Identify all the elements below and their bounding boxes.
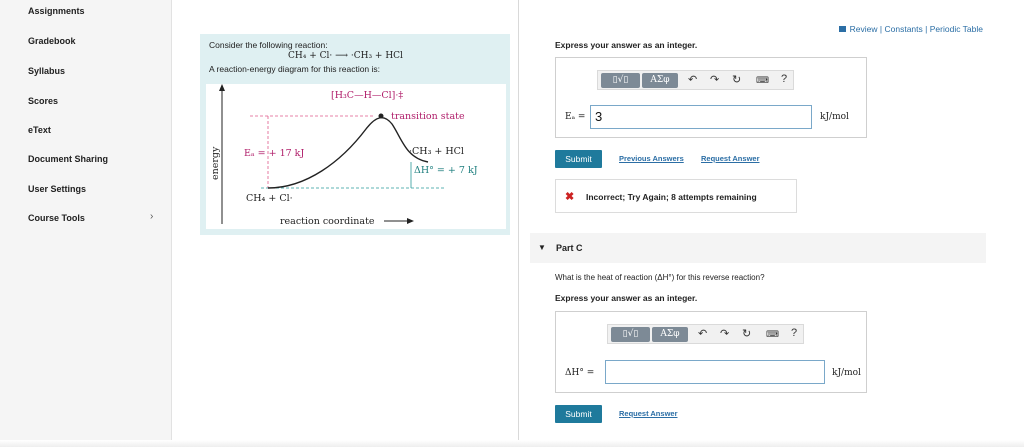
part-c-request-answer-link[interactable]: Request Answer	[619, 409, 678, 418]
sidebar-item-assignments[interactable]: Assignments	[28, 6, 85, 16]
help-icon[interactable]: ?	[781, 73, 787, 85]
previous-answers-link[interactable]: Previous Answers	[619, 154, 684, 163]
activation-energy-label: Eₐ = + 17 kJ	[244, 148, 304, 159]
incorrect-x-icon: ✖	[565, 191, 575, 203]
ea-unit-label: kJ/mol	[820, 112, 849, 122]
delta-h-label: ΔH° = + 7 kJ	[414, 165, 478, 176]
keyboard-icon[interactable]: ⌨	[756, 75, 769, 86]
link-separator: |	[925, 24, 928, 34]
part-c-submit-button[interactable]: Submit	[555, 405, 602, 423]
keyboard-icon[interactable]: ⌨	[766, 329, 779, 340]
part-c-prompt: Express your answer as an integer.	[555, 293, 698, 303]
constants-link[interactable]: Constants	[885, 24, 923, 34]
review-icon	[838, 26, 846, 32]
course-sidebar: Assignments Gradebook Syllabus Scores eT…	[0, 0, 172, 447]
x-axis-arrow	[407, 218, 414, 224]
periodic-table-link[interactable]: Periodic Table	[930, 24, 983, 34]
y-axis-label: energy	[210, 146, 221, 180]
reactants-label: CH₄ + Cl·	[246, 193, 293, 204]
sidebar-item-gradebook[interactable]: Gradebook	[28, 36, 76, 46]
templates-button[interactable]: ▯√▯	[601, 73, 640, 88]
feedback-text: Incorrect; Try Again; 8 attempts remaini…	[586, 192, 757, 202]
sidebar-item-etext[interactable]: eText	[28, 125, 51, 135]
sidebar-item-scores[interactable]: Scores	[28, 96, 58, 106]
transition-state-label: transition state	[391, 111, 465, 122]
x-axis-label: reaction coordinate	[280, 216, 375, 227]
part-c-header[interactable]: ▼ Part C	[530, 233, 986, 263]
symbols-button[interactable]: ΑΣφ	[642, 73, 678, 88]
undo-icon[interactable]: ↶	[688, 73, 697, 86]
sidebar-item-syllabus[interactable]: Syllabus	[28, 66, 65, 76]
math-toolbar: ▯√▯ ΑΣφ ↶ ↷ ↻ ⌨ ?	[607, 324, 804, 344]
part-b-answer-box: ▯√▯ ΑΣφ ↶ ↷ ↻ ⌨ ? Eₐ = 3 kJ/mol	[555, 57, 867, 138]
delta-h-unit-label: kJ/mol	[832, 368, 861, 378]
sidebar-item-document-sharing[interactable]: Document Sharing	[28, 154, 108, 164]
header-links: Review | Constants | Periodic Table	[838, 24, 983, 34]
part-c-title: Part C	[556, 243, 583, 253]
part-b-prompt: Express your answer as an integer.	[555, 40, 698, 50]
review-link[interactable]: Review	[850, 24, 878, 34]
diagram-svg: [H₃C—H—Cl]·‡ transition state Eₐ = + 17 …	[210, 84, 478, 227]
redo-icon[interactable]: ↷	[710, 73, 719, 86]
part-b-request-answer-link[interactable]: Request Answer	[701, 154, 760, 163]
delta-h-answer-input[interactable]	[605, 360, 825, 384]
chevron-right-icon[interactable]: ›	[150, 211, 153, 222]
reaction-equation: CH₄ + Cl· ⟶ ·CH₃ + HCl	[288, 51, 403, 61]
link-separator: |	[879, 24, 883, 34]
problem-intro: Consider the following reaction:	[209, 40, 328, 50]
reset-icon[interactable]: ↻	[742, 327, 751, 340]
templates-button[interactable]: ▯√▯	[611, 327, 650, 342]
page-bottom-edge	[0, 440, 1024, 447]
reset-icon[interactable]: ↻	[732, 73, 741, 86]
transition-state-point	[378, 113, 384, 119]
products-label: ·CH₃ + HCl	[409, 146, 464, 157]
part-c-question: What is the heat of reaction (ΔH°) for t…	[555, 273, 765, 282]
redo-icon[interactable]: ↷	[720, 327, 729, 340]
symbols-button[interactable]: ΑΣφ	[652, 327, 688, 342]
ea-answer-input[interactable]: 3	[590, 105, 812, 129]
reaction-energy-diagram: [H₃C—H—Cl]·‡ transition state Eₐ = + 17 …	[206, 84, 506, 229]
ea-variable-label: Eₐ =	[565, 112, 586, 122]
math-toolbar: ▯√▯ ΑΣφ ↶ ↷ ↻ ⌨ ?	[597, 70, 794, 90]
part-c-answer-box: ▯√▯ ΑΣφ ↶ ↷ ↻ ⌨ ? ΔH° = kJ/mol	[555, 311, 867, 393]
sidebar-item-user-settings[interactable]: User Settings	[28, 184, 86, 194]
help-icon[interactable]: ?	[791, 327, 797, 339]
y-axis-arrow	[219, 84, 225, 91]
problem-statement: Consider the following reaction: CH₄ + C…	[200, 34, 510, 235]
part-b-submit-button[interactable]: Submit	[555, 150, 602, 168]
feedback-message-box: ✖ Incorrect; Try Again; 8 attempts remai…	[555, 179, 797, 213]
collapse-triangle-icon[interactable]: ▼	[538, 243, 546, 252]
transition-complex-label: [H₃C—H—Cl]·‡	[331, 90, 403, 101]
sidebar-item-course-tools[interactable]: Course Tools	[28, 213, 85, 223]
diagram-intro: A reaction-energy diagram for this react…	[209, 64, 381, 74]
delta-h-variable-label: ΔH° =	[565, 368, 595, 378]
column-divider	[518, 0, 519, 447]
undo-icon[interactable]: ↶	[698, 327, 707, 340]
